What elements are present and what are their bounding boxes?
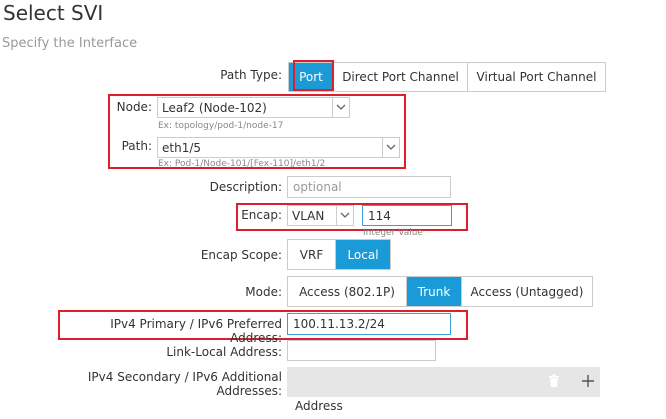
encap-label: Encap: [241, 208, 282, 222]
encap-scope-local-button[interactable]: Local [336, 240, 390, 269]
path-label: Path: [121, 139, 152, 153]
encap-scope-label: Encap Scope: [200, 248, 282, 262]
encap-value: 114 [368, 208, 391, 223]
path-type-virtual-port-channel-button[interactable]: Virtual Port Channel [468, 63, 605, 91]
link-local-input[interactable] [287, 340, 436, 361]
mode-access-untagged-button[interactable]: Access (Untagged) [462, 277, 592, 306]
encap-hint: Integer Value [363, 228, 423, 238]
chevron-down-icon[interactable] [382, 138, 399, 157]
link-local-label: Link-Local Address: [166, 345, 282, 359]
node-select[interactable]: Leaf2 (Node-102) [157, 97, 350, 118]
secondary-addresses-label: IPv4 Secondary / IPv6 Additional Address… [87, 370, 282, 398]
encap-scope-selector: VRF Local [287, 239, 391, 270]
description-placeholder: optional [293, 180, 342, 194]
ipv4-address-input[interactable]: 100.11.13.2/24 [287, 313, 451, 335]
node-value: Leaf2 (Node-102) [162, 100, 267, 115]
node-hint: Ex: topology/pod-1/node-17 [158, 121, 284, 131]
encap-type-select[interactable]: VLAN [287, 205, 354, 226]
page-title: Select SVI [3, 1, 104, 25]
encap-value-input[interactable]: 114 [362, 205, 452, 226]
encap-type-value: VLAN [292, 208, 325, 223]
ipv4-address-value: 100.11.13.2/24 [293, 317, 385, 331]
mode-label: Mode: [245, 285, 282, 299]
description-label: Description: [209, 180, 282, 194]
path-type-direct-port-channel-button[interactable]: Direct Port Channel [334, 63, 468, 91]
ipv4-label: IPv4 Primary / IPv6 Preferred Address: [110, 317, 282, 345]
path-type-label: Path Type: [220, 68, 282, 82]
port-highlight-box [293, 60, 334, 91]
page-subtitle: Specify the Interface [2, 36, 138, 51]
path-select[interactable]: eth1/5 [157, 137, 400, 158]
mode-access-8021p-button[interactable]: Access (802.1P) [288, 277, 407, 306]
trash-icon[interactable] [544, 371, 564, 391]
description-input[interactable]: optional [287, 176, 451, 198]
path-hint: Ex: Pod-1/Node-101/[Fex-110]/eth1/2 [158, 159, 326, 169]
encap-scope-vrf-button[interactable]: VRF [288, 240, 336, 269]
path-type-selector: Port Direct Port Channel Virtual Port Ch… [288, 62, 606, 92]
address-column-header[interactable]: Address [295, 399, 343, 413]
chevron-down-icon[interactable] [336, 206, 353, 225]
mode-selector: Access (802.1P) Trunk Access (Untagged) [287, 276, 593, 307]
path-value: eth1/5 [162, 140, 202, 155]
chevron-down-icon[interactable] [332, 98, 349, 117]
plus-icon[interactable] [578, 371, 598, 391]
node-label: Node: [116, 100, 152, 114]
mode-trunk-button[interactable]: Trunk [407, 277, 462, 306]
